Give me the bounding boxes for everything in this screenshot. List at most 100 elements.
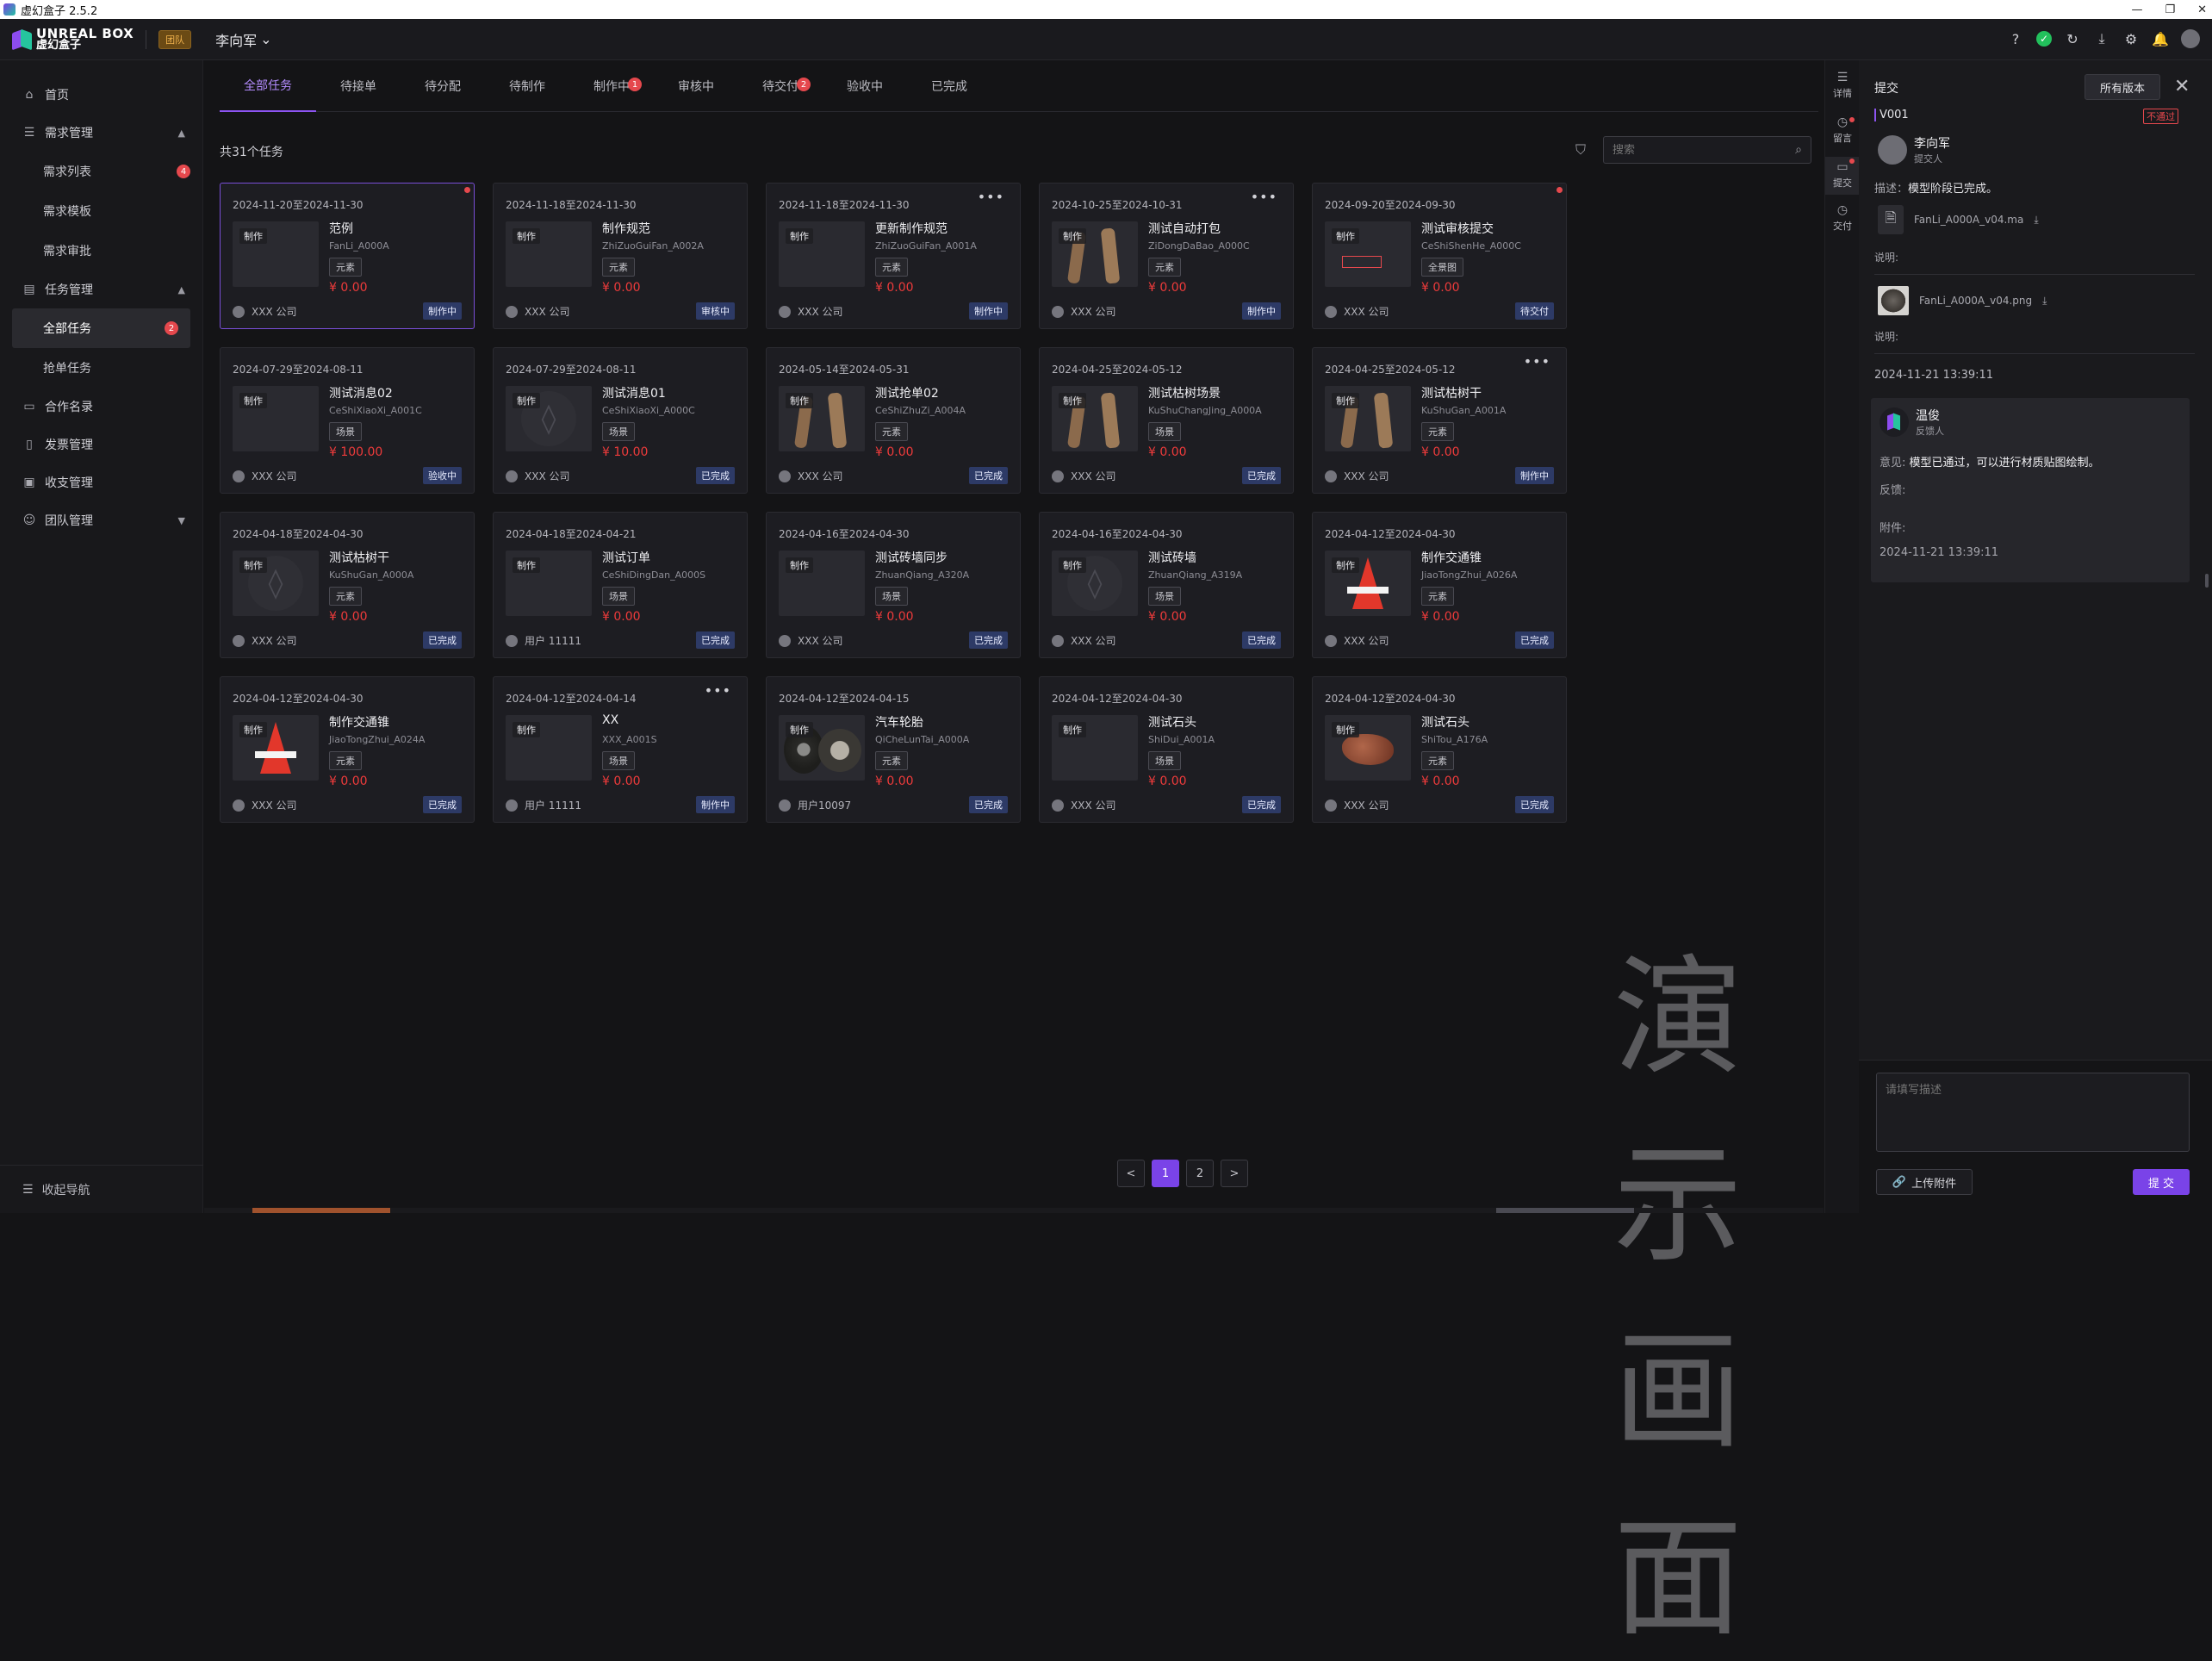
maximize-button[interactable]: ❐	[2165, 3, 2175, 16]
tab-4[interactable]: 制作中 1	[569, 60, 654, 112]
task-card[interactable]: 2024-04-16至2024-04-30 制作 ◊ 测试砖墙 ZhuanQiang_A…	[1039, 512, 1294, 658]
sidebar-item-invoices[interactable]: ▯ 发票管理	[0, 426, 202, 463]
all-versions-button[interactable]: 所有版本	[2085, 74, 2160, 100]
task-card[interactable]: ••• 2024-04-25至2024-05-12 制作 测试枯树干 KuShuGan_…	[1312, 347, 1567, 494]
sidebar-item-partners[interactable]: ▭ 合作名录	[0, 388, 202, 426]
upload-attachment-button[interactable]: 🔗 上传附件	[1876, 1169, 1973, 1195]
task-price: ¥ 0.00	[875, 775, 914, 788]
rail-messages[interactable]: ◷ 留言	[1825, 115, 1860, 146]
task-card[interactable]: 2024-05-14至2024-05-31 制作 测试抢单02 CeShiZhuZi_…	[766, 347, 1021, 494]
task-tag: 制作	[239, 722, 267, 737]
tab-5[interactable]: 审核中	[654, 60, 738, 112]
search-box[interactable]: ⌕	[1603, 136, 1811, 164]
sidebar-item-team[interactable]: ☺ 团队管理 ▼	[0, 501, 202, 539]
task-card[interactable]: 2024-07-29至2024-08-11 制作 测试消息02 CeShiXiaoXi…	[220, 347, 475, 494]
user-switcher[interactable]: 李向军 ⌄	[215, 29, 271, 50]
task-card[interactable]: 2024-11-18至2024-11-30 制作 制作规范 ZhiZuoGuiFan_…	[493, 183, 748, 329]
task-card[interactable]: 2024-04-12至2024-04-15 制作 汽车轮胎 QiCheLunTai_A…	[766, 676, 1021, 823]
filter-icon[interactable]: ⛉	[1575, 141, 1586, 159]
sidebar-item-all-tasks[interactable]: 全部任务 2	[12, 308, 190, 348]
more-options-icon[interactable]: •••	[1524, 353, 1550, 370]
sidebar: ⌂ 首页 ☰ 需求管理 ▲ 需求列表 4 需求模板 需求审批 ▤ 任务管理 ▲ …	[0, 60, 203, 1213]
description-input[interactable]	[1876, 1073, 2190, 1152]
next-page-button[interactable]: >	[1221, 1160, 1248, 1187]
search-input[interactable]	[1612, 143, 1796, 157]
help-icon[interactable]: ?	[2007, 30, 2024, 47]
more-options-icon[interactable]: •••	[1251, 189, 1277, 205]
task-card[interactable]: 2024-04-12至2024-04-30 制作 制作交通锥 JiaoTongZhui…	[1312, 512, 1567, 658]
tab-8[interactable]: 已完成	[907, 60, 991, 112]
tab-7[interactable]: 验收中	[823, 60, 907, 112]
task-tag: 制作	[786, 228, 813, 244]
panel-scrollbar[interactable]	[2205, 574, 2209, 588]
task-price: ¥ 0.00	[1148, 775, 1187, 788]
search-icon[interactable]: ⌕	[1795, 143, 1802, 157]
task-thumbnail: 制作	[1325, 551, 1411, 616]
close-window-button[interactable]: ✕	[2197, 3, 2207, 16]
tab-0[interactable]: 全部任务	[220, 60, 316, 112]
notification-dot	[1849, 159, 1855, 164]
task-tag: 制作	[786, 557, 813, 573]
submit-timestamp: 2024-11-21 13:39:11	[1874, 369, 1994, 382]
file-icon: 🗎	[1878, 205, 1904, 234]
rail-delivery[interactable]: ◷ 交付	[1825, 203, 1860, 234]
rail-submit[interactable]: ▭ 提交	[1825, 157, 1860, 195]
status-ok-icon[interactable]: ✓	[2036, 31, 2052, 47]
bell-icon[interactable]: 🔔	[2152, 30, 2169, 47]
task-owner: XXX 公司	[233, 304, 296, 319]
page-button[interactable]: 1	[1152, 1160, 1179, 1187]
sidebar-item-requirement-list[interactable]: 需求列表 4	[0, 152, 202, 191]
sidebar-item-label: 任务管理	[45, 283, 93, 297]
task-card[interactable]: 2024-11-20至2024-11-30 制作 范例 FanLi_A000A 元素 ¥ …	[220, 183, 475, 329]
task-card[interactable]: 2024-07-29至2024-08-11 制作 ◊ 测试消息01 CeShiXiaoX…	[493, 347, 748, 494]
task-card[interactable]: ••• 2024-11-18至2024-11-30 制作 更新制作规范 ZhiZuoGu…	[766, 183, 1021, 329]
task-card[interactable]: ••• 2024-10-25至2024-10-31 制作 测试自动打包 ZiDongDa…	[1039, 183, 1294, 329]
avatar[interactable]	[2181, 29, 2200, 48]
prev-page-button[interactable]: <	[1117, 1160, 1145, 1187]
sidebar-item-requirements[interactable]: ☰ 需求管理 ▲	[0, 114, 202, 152]
attachment-file[interactable]: FanLi_A000A_v04.png ⤓	[1878, 286, 2047, 315]
book-icon: ▭	[23, 400, 35, 414]
refresh-icon[interactable]: ↻	[2064, 30, 2081, 47]
sidebar-item-tasks[interactable]: ▤ 任务管理 ▲	[0, 271, 202, 308]
attachment-file[interactable]: 🗎 FanLi_A000A_v04.ma ⤓	[1878, 205, 2039, 234]
task-card[interactable]: 2024-04-12至2024-04-30 制作 制作交通锥 JiaoTongZhui…	[220, 676, 475, 823]
download-icon[interactable]: ⤓	[2042, 295, 2047, 308]
tab-3[interactable]: 待制作	[485, 60, 569, 112]
close-icon[interactable]: ✕	[2174, 76, 2190, 97]
status-tabs: 全部任务 待接单 待分配 待制作 制作中 1 审核中 待交付 2 验收中 已完成	[220, 60, 1818, 112]
horizontal-scrollbar[interactable]	[204, 1208, 1824, 1213]
task-card[interactable]: 2024-04-25至2024-05-12 制作 测试枯树场景 KuShuChangJ…	[1039, 347, 1294, 494]
more-options-icon[interactable]: •••	[705, 682, 731, 699]
submit-button[interactable]: 提 交	[2133, 1169, 2190, 1195]
rail-details[interactable]: ☰ 详情	[1825, 71, 1860, 102]
avatar	[1880, 407, 1909, 437]
task-card[interactable]: 2024-04-12至2024-04-30 制作 测试石头 ShiDui_A001A 场…	[1039, 676, 1294, 823]
download-icon[interactable]: ⤓	[2093, 30, 2110, 47]
task-card[interactable]: 2024-04-18至2024-04-21 制作 测试订单 CeShiDingDan_…	[493, 512, 748, 658]
collapse-nav-button[interactable]: ☰ 收起导航	[0, 1165, 203, 1213]
chevron-up-icon: ▲	[177, 127, 185, 139]
task-card[interactable]: 2024-09-20至2024-09-30 制作 测试审核提交 CeShiShenHe…	[1312, 183, 1567, 329]
sidebar-item-grab-tasks[interactable]: 抢单任务	[0, 348, 202, 388]
brand-logo[interactable]: UNREAL BOX 虚幻盒子	[12, 27, 134, 52]
more-options-icon[interactable]: •••	[978, 189, 1004, 205]
task-card[interactable]: 2024-04-12至2024-04-30 制作 测试石头 ShiTou_A176A 元…	[1312, 676, 1567, 823]
minimize-button[interactable]: —	[2131, 3, 2142, 16]
task-thumbnail: 制作	[1052, 386, 1138, 451]
task-card[interactable]: 2024-04-16至2024-04-30 制作 测试砖墙同步 ZhuanQiang_…	[766, 512, 1021, 658]
task-owner: XXX 公司	[779, 633, 842, 648]
sidebar-item-requirement-approval[interactable]: 需求审批	[0, 231, 202, 271]
tab-6[interactable]: 待交付 2	[738, 60, 823, 112]
download-icon[interactable]: ⤓	[2034, 214, 2038, 227]
page-button[interactable]: 2	[1186, 1160, 1214, 1187]
tab-2[interactable]: 待分配	[401, 60, 485, 112]
task-card[interactable]: ••• 2024-04-12至2024-04-14 制作 XX XXX_A001S 场景 ¥…	[493, 676, 748, 823]
sidebar-item-requirement-templates[interactable]: 需求模板	[0, 191, 202, 231]
task-card[interactable]: 2024-04-18至2024-04-30 制作 ◊ 测试枯树干 KuShuGan_A0…	[220, 512, 475, 658]
task-title: 制作交通锥	[1421, 551, 1482, 565]
settings-icon[interactable]: ⚙	[2122, 30, 2140, 47]
tab-1[interactable]: 待接单	[316, 60, 401, 112]
sidebar-item-finance[interactable]: ▣ 收支管理	[0, 463, 202, 501]
sidebar-item-home[interactable]: ⌂ 首页	[0, 76, 202, 114]
